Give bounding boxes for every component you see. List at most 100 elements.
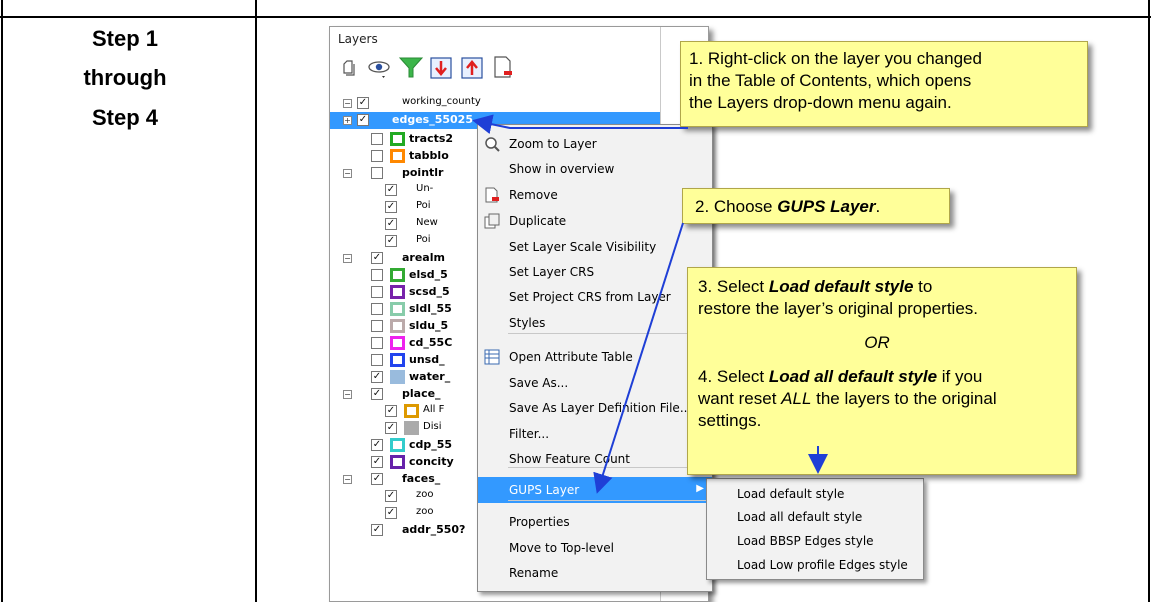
remove-layer-icon[interactable]: [490, 55, 516, 81]
layer-symbol-swatch: [390, 336, 405, 350]
collapse-all-icon[interactable]: [459, 55, 485, 81]
menu-item-label: Set Project CRS from Layer: [509, 290, 671, 304]
layer-checkbox[interactable]: ✓: [385, 184, 397, 196]
layer-label: arealm: [402, 251, 445, 264]
layer-symbol-swatch: [390, 370, 405, 384]
layer-checkbox[interactable]: [371, 354, 383, 366]
layer-symbol-swatch: [390, 319, 405, 333]
layer-label: zoo: [416, 489, 434, 500]
add-group-icon[interactable]: [336, 55, 362, 81]
layer-label: elsd_5: [409, 268, 448, 281]
tree-row-root[interactable]: − ✓ working_county: [330, 95, 708, 112]
menu-item-label: Remove: [509, 188, 558, 202]
table-icon: [484, 349, 500, 365]
layer-checkbox[interactable]: ✓: [385, 490, 397, 502]
layer-checkbox[interactable]: ✓: [385, 235, 397, 247]
callout-step3-prefix: 3. Select: [698, 277, 769, 296]
layer-checkbox[interactable]: [371, 320, 383, 332]
layer-checkbox[interactable]: ✓: [371, 524, 383, 536]
menu-set-layer-scale-visibility[interactable]: Set Layer Scale Visibility: [478, 234, 712, 260]
layer-checkbox[interactable]: ✓: [385, 405, 397, 417]
menu-load-default-style[interactable]: Load default style: [737, 487, 844, 501]
panel-title: Layers: [338, 32, 378, 46]
layer-checkbox[interactable]: [371, 303, 383, 315]
menu-move-to-top-level[interactable]: Move to Top-level: [478, 535, 712, 561]
menu-save-as-layer-definition-file[interactable]: Save As Layer Definition File...: [478, 395, 712, 421]
layer-checkbox[interactable]: [371, 133, 383, 145]
layer-checkbox[interactable]: [371, 167, 383, 179]
menu-zoom-to-layer[interactable]: Zoom to Layer: [478, 131, 712, 157]
layer-checkbox[interactable]: ✓: [371, 439, 383, 451]
menu-separator: [508, 333, 708, 334]
callout-step2-suffix: .: [875, 197, 881, 216]
menu-load-all-default-style[interactable]: Load all default style: [737, 510, 862, 524]
layer-checkbox[interactable]: ✓: [371, 473, 383, 485]
menu-item-label: Set Layer CRS: [509, 265, 595, 279]
menu-item-label: Show in overview: [509, 162, 615, 176]
layer-symbol-swatch: [390, 438, 405, 452]
expander-icon[interactable]: −: [343, 99, 352, 108]
menu-separator: [508, 500, 708, 501]
menu-show-feature-count[interactable]: Show Feature Count: [478, 446, 712, 472]
eye-icon[interactable]: [366, 55, 392, 81]
expander-icon[interactable]: −: [343, 475, 352, 484]
layer-label: sldl_55: [409, 302, 452, 315]
layer-label: Poi: [416, 234, 431, 245]
menu-save-as[interactable]: Save As...: [478, 370, 712, 396]
menu-item-label: Save As Layer Definition File...: [509, 401, 692, 415]
menu-item-label: Rename: [509, 566, 559, 580]
expand-all-icon[interactable]: [428, 55, 454, 81]
layer-checkbox[interactable]: ✓: [371, 456, 383, 468]
layer-checkbox[interactable]: ✓: [385, 201, 397, 213]
callout-step4-line2-prefix: want reset: [698, 389, 782, 408]
menu-show-in-overview[interactable]: Show in overview: [478, 156, 712, 182]
layer-checkbox[interactable]: [371, 150, 383, 162]
layer-checkbox[interactable]: [371, 269, 383, 281]
layer-checkbox[interactable]: ✓: [385, 422, 397, 434]
layer-checkbox[interactable]: [371, 286, 383, 298]
filter-icon[interactable]: [398, 55, 424, 81]
layer-symbol-swatch: [390, 285, 405, 299]
menu-load-bbsp-edges-style[interactable]: Load BBSP Edges style: [737, 534, 874, 548]
menu-filter[interactable]: Filter...: [478, 421, 712, 447]
callout-step4-prefix: 4. Select: [698, 367, 769, 386]
menu-item-label: Duplicate: [509, 214, 567, 228]
layer-checkbox[interactable]: ✓: [357, 114, 369, 126]
expander-icon[interactable]: +: [343, 116, 352, 125]
layer-label: cdp_55: [409, 438, 453, 451]
duplicate-icon: [484, 213, 500, 229]
layer-checkbox[interactable]: ✓: [371, 252, 383, 264]
expander-icon[interactable]: −: [343, 390, 352, 399]
menu-remove[interactable]: Remove: [478, 182, 712, 208]
menu-properties[interactable]: Properties: [478, 509, 712, 535]
layer-checkbox[interactable]: ✓: [385, 507, 397, 519]
layer-checkbox[interactable]: ✓: [371, 371, 383, 383]
layer-label: pointlr: [402, 166, 444, 179]
menu-load-low-profile-edges-style[interactable]: Load Low profile Edges style: [737, 558, 908, 572]
menu-item-label: Set Layer Scale Visibility: [509, 240, 657, 254]
layer-checkbox[interactable]: [371, 337, 383, 349]
layer-symbol-swatch: [390, 132, 405, 146]
expander-icon[interactable]: −: [343, 169, 352, 178]
layer-symbol-swatch: [390, 302, 405, 316]
root-layer-label: working_county: [402, 96, 481, 107]
expander-icon[interactable]: −: [343, 254, 352, 263]
layer-checkbox[interactable]: ✓: [371, 388, 383, 400]
callout-step1-line2: in the Table of Contents, which opens: [689, 71, 972, 90]
menu-set-layer-crs[interactable]: Set Layer CRS: [478, 259, 712, 285]
layer-label: zoo: [416, 506, 434, 517]
layer-checkbox[interactable]: ✓: [357, 97, 369, 109]
table-column-divider: [255, 0, 257, 602]
menu-rename[interactable]: Rename: [478, 560, 712, 586]
layer-symbol-swatch: [390, 149, 405, 163]
layer-checkbox[interactable]: ✓: [385, 218, 397, 230]
menu-duplicate[interactable]: Duplicate: [478, 208, 712, 234]
layer-label: scsd_5: [409, 285, 450, 298]
table-border-top: [0, 16, 1151, 18]
layer-symbol-swatch: [404, 421, 419, 435]
menu-set-project-crs-from-layer[interactable]: Set Project CRS from Layer: [478, 284, 712, 310]
step-label-line2: through: [83, 65, 167, 90]
menu-open-attribute-table[interactable]: Open Attribute Table: [478, 344, 712, 370]
callout-step2: 2. Choose GUPS Layer.: [682, 188, 950, 224]
callout-step1-line3: the Layers drop-down menu again.: [689, 93, 952, 112]
